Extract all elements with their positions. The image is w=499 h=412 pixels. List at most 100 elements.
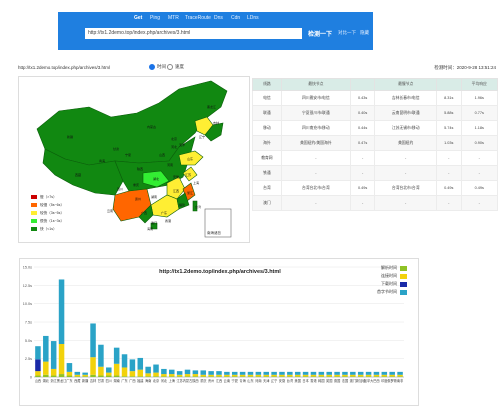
x-tick-label: 山西 xyxy=(35,378,41,383)
map-province-label: 四川 xyxy=(117,187,124,191)
x-tick-label: 天津 xyxy=(263,378,270,383)
chart-bar-segment xyxy=(137,369,144,377)
x-tick-label: 香港 xyxy=(310,378,317,383)
x-tick-label: 西藏 xyxy=(74,378,81,383)
table-cell: 吉林长春市/电信 xyxy=(374,90,437,106)
sort-radio-time[interactable]: 时间 xyxy=(149,64,166,70)
nav-tab-traceroute[interactable]: TraceRoute xyxy=(185,15,211,21)
x-tick-label: 陕西 xyxy=(192,378,198,383)
map-province-label: 澳门 xyxy=(151,221,158,225)
chart-bar-segment xyxy=(231,374,238,377)
chart-bar-segment xyxy=(373,371,380,375)
chart-bar-segment xyxy=(326,374,332,377)
y-tick-label: 15.0s xyxy=(23,266,32,270)
chart-bar-segment xyxy=(271,374,277,377)
hide-link[interactable]: 隐藏 xyxy=(360,30,369,36)
map-province-label: 河南 xyxy=(167,163,174,167)
map-province-label: 甘肃 xyxy=(113,147,120,151)
nav-tab-ping[interactable]: Ping xyxy=(150,15,160,21)
y-tick-label: 12.5s xyxy=(23,284,32,288)
map-province-label: 湖南 xyxy=(151,195,158,199)
radio-label-time: 时间 xyxy=(157,64,166,69)
chart-bar-segment xyxy=(357,376,364,377)
chart-bar-segment xyxy=(279,371,285,375)
x-tick-label: 英国 xyxy=(326,378,332,383)
chart-bar-segment xyxy=(381,371,388,375)
chart-bar-segment xyxy=(334,374,340,377)
x-tick-label: 广东 xyxy=(66,378,72,383)
map-province-label: 陕西 xyxy=(137,167,144,171)
radio-label-speed: 速度 xyxy=(175,64,184,69)
chart-bar-segment xyxy=(255,374,262,377)
map-province-label: 新疆 xyxy=(67,135,74,139)
chart-bar-segment xyxy=(106,375,112,377)
chart-bar-segment xyxy=(121,354,128,368)
chart-bar-segment xyxy=(279,374,285,377)
legend-swatch xyxy=(31,227,37,231)
nav-tab-cdn[interactable]: Cdn xyxy=(231,15,240,21)
table-cell: - xyxy=(460,150,499,166)
table-cell: 电信 xyxy=(252,90,282,106)
chart-bar-segment xyxy=(381,376,388,377)
response-time-chart-panel: 0 2.5s 5.0s 7.5s 10.0s 12.5s 15.0s http://tx1.2… xyxy=(19,258,419,406)
table-cell: 0.90s xyxy=(460,135,499,151)
legend-label: 很快（1s~3s） xyxy=(40,218,65,223)
chart-bar-segment xyxy=(82,374,88,377)
map-legend-item: 快（<1s） xyxy=(31,225,64,233)
chart-bar-segment xyxy=(263,376,269,377)
nav-tab-dns[interactable]: Dns xyxy=(214,15,223,21)
table-cell: - xyxy=(280,165,351,181)
table-cell: 澳门 xyxy=(252,195,282,211)
table-header-cell: 平均响应 xyxy=(460,78,499,91)
table-row: 台湾 台湾台北市/台湾 0.49s 台湾台北市/台湾 0.49s 0.49s xyxy=(252,180,499,196)
chart-bar-segment xyxy=(74,371,81,375)
table-cell: 四川南充市/移动 xyxy=(280,120,351,136)
x-tick-label: 青海 xyxy=(239,378,246,383)
chart-bar-segment xyxy=(98,375,104,377)
table-header-row: 线路 最快节点 最慢节点 平均响应 xyxy=(252,78,499,91)
chart-bar-segment xyxy=(294,376,301,377)
chart-bar-segment xyxy=(106,367,112,373)
china-map-panel: 南海诸岛 慢（>7s） 较慢（5s~6s） 较快（3s~5s） 很快（1s~3s） 快（… xyxy=(18,76,250,243)
chart-bar-segment xyxy=(310,374,317,377)
map-province-label: 北京 xyxy=(171,137,178,141)
chart-bar-segment xyxy=(90,357,96,375)
legend-label: 快（<1s） xyxy=(40,226,57,231)
y-tick-label: 2.5s xyxy=(25,357,32,361)
chart-bar-segment xyxy=(302,376,309,377)
map-legend-item: 很快（1s~3s） xyxy=(31,217,64,225)
legend-swatch xyxy=(31,219,37,223)
chart-bar-segment xyxy=(397,371,403,375)
url-input[interactable]: http://tx1.2demo.top/index.php/archives/… xyxy=(85,28,302,39)
chart-legend-item: 下载时间 xyxy=(381,281,410,287)
chart-bar-segment xyxy=(342,374,348,377)
nav-tab-mtr[interactable]: MTR xyxy=(168,15,179,21)
chart-bar-segment xyxy=(389,371,395,375)
chart-bar-segment xyxy=(184,369,191,375)
nav-tab-ldns[interactable]: LDns xyxy=(247,15,259,21)
map-province-label: 黑龙江 xyxy=(207,105,217,109)
table-header-cell xyxy=(349,78,376,91)
check-button[interactable]: 检测一下 xyxy=(308,29,332,38)
table-cell: 台湾台北市/台湾 xyxy=(374,180,437,196)
table-row: 联通 宁夏银川市/联通 0.40s 云南昆明市/联通 5.88s 0.77s xyxy=(252,105,499,121)
chart-bar-segment xyxy=(342,371,348,375)
map-legend-item: 慢（>7s） xyxy=(31,193,64,201)
sort-radio-speed[interactable]: 速度 xyxy=(167,64,184,70)
table-cell: 铁通 xyxy=(252,165,282,181)
chart-bar-segment xyxy=(66,371,73,376)
radio-unchecked-icon xyxy=(167,64,173,70)
chart-bar-segment xyxy=(35,359,41,372)
chart-legend-label: 首字节时间 xyxy=(377,289,397,294)
chart-bar-segment xyxy=(263,374,269,377)
map-province-label: 山西 xyxy=(159,153,166,157)
nav-tab-get[interactable]: Get xyxy=(134,15,142,21)
chart-bar-segment xyxy=(231,376,238,377)
chart-bar-segment xyxy=(82,376,88,377)
top-search-bar: Get Ping MTR TraceRoute Dns Cdn LDns http://tx… xyxy=(58,12,373,50)
chart-legend-swatch xyxy=(400,273,407,279)
chart-legend-label: 解析时间 xyxy=(381,265,397,270)
compare-link[interactable]: 对比一下 xyxy=(338,30,356,36)
table-header-cell: 最快节点 xyxy=(280,78,351,91)
chart-bar-segment xyxy=(389,374,395,377)
